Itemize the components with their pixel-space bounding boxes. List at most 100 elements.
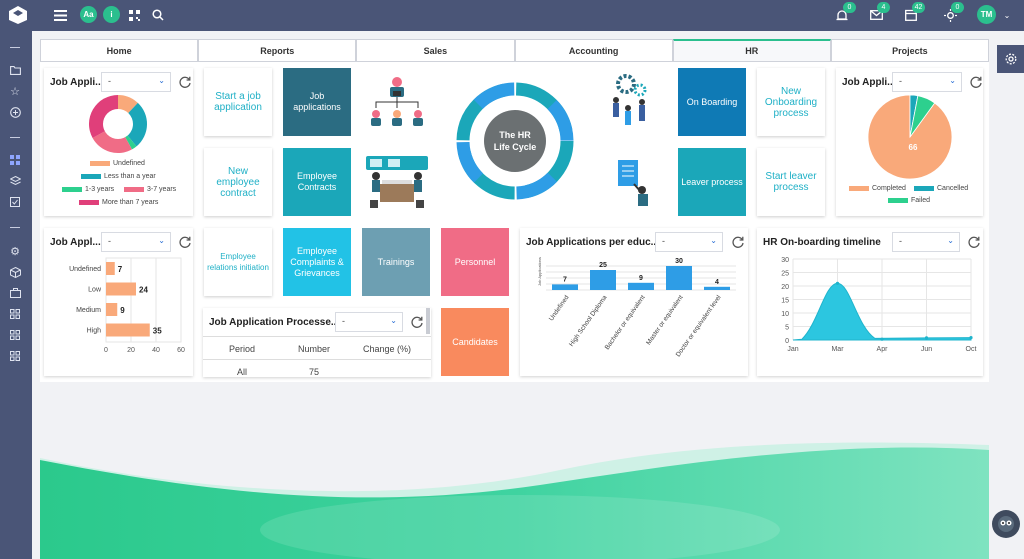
refresh-icon[interactable] bbox=[178, 235, 192, 249]
star-icon[interactable]: ☆ bbox=[8, 84, 22, 98]
new-onboarding-process-tile[interactable]: New Onboarding process bbox=[757, 68, 825, 136]
info-button[interactable]: i bbox=[103, 6, 120, 23]
calendar-icon[interactable]: 42 bbox=[903, 2, 925, 23]
widget-filter-select[interactable]: - ⌄ bbox=[101, 232, 171, 252]
data-point bbox=[835, 281, 840, 285]
notifications-bell-icon[interactable]: 0 bbox=[834, 2, 856, 23]
tab-accounting[interactable]: Accounting bbox=[514, 39, 673, 62]
sidebar: ☆ ⚙ bbox=[0, 31, 32, 559]
briefcase-icon[interactable] bbox=[8, 286, 22, 300]
widget-filter-select[interactable]: - ⌄ bbox=[101, 72, 171, 92]
x-tick-label: 40 bbox=[152, 347, 160, 354]
bar bbox=[106, 282, 136, 296]
job-applications-tile[interactable]: Job applications bbox=[283, 68, 351, 136]
folder-icon[interactable] bbox=[8, 63, 22, 77]
chat-assistant-avatar-icon[interactable] bbox=[992, 510, 1020, 538]
tab-hr[interactable]: HR bbox=[672, 39, 831, 62]
widget-filter-select[interactable]: - ⌄ bbox=[335, 312, 403, 332]
widget-title: HR On-boarding timeline bbox=[763, 237, 881, 248]
column-header-number: Number bbox=[298, 344, 331, 354]
search-icon[interactable] bbox=[150, 7, 166, 23]
apps-grid-icon[interactable] bbox=[8, 307, 22, 321]
life-cycle-label: The HR bbox=[499, 130, 531, 140]
personnel-tile[interactable]: Personnel bbox=[441, 228, 509, 296]
y-tick-label: 20 bbox=[781, 284, 789, 291]
start-job-application-tile[interactable]: Start a job application bbox=[204, 68, 272, 136]
tab-home[interactable]: Home bbox=[40, 39, 199, 62]
team-gears-illustration-icon bbox=[613, 74, 647, 125]
notifications-count-badge: 0 bbox=[843, 2, 856, 13]
checklist-icon[interactable] bbox=[8, 195, 22, 209]
tab-reports[interactable]: Reports bbox=[198, 39, 357, 62]
scrollbar[interactable] bbox=[426, 308, 430, 334]
y-tick-label: 0 bbox=[785, 338, 789, 345]
decorative-wave bbox=[40, 442, 989, 559]
legend-less-than-year: Less than a year bbox=[81, 173, 156, 180]
column-value-label: 7 bbox=[563, 276, 567, 283]
y-tick-label: 5 bbox=[785, 325, 789, 332]
bar bbox=[106, 262, 115, 275]
tab-projects[interactable]: Projects bbox=[830, 39, 990, 62]
refresh-icon[interactable] bbox=[410, 315, 424, 329]
y-category-label: Medium bbox=[76, 307, 101, 314]
top-bar: Aa i 0 4 42 0 TM ⌄ bbox=[0, 0, 1024, 31]
x-tick-label: 60 bbox=[177, 347, 185, 354]
refresh-icon[interactable] bbox=[969, 75, 983, 89]
legend-1-3-years: 1-3 years bbox=[62, 186, 114, 193]
select-value: - bbox=[662, 236, 665, 246]
start-leaver-process-tile[interactable]: Start leaver process bbox=[757, 148, 825, 216]
select-value: - bbox=[899, 76, 902, 86]
employee-relations-initiation-tile[interactable]: Employee relations initiation bbox=[204, 228, 272, 296]
refresh-icon[interactable] bbox=[731, 235, 745, 249]
calendar-count-badge: 42 bbox=[912, 2, 925, 13]
data-point bbox=[924, 336, 929, 340]
column-value-label: 4 bbox=[715, 279, 719, 286]
layers-icon[interactable] bbox=[8, 174, 22, 188]
activity-count-badge: 0 bbox=[951, 2, 964, 13]
chevron-down-icon: ⌄ bbox=[949, 76, 956, 85]
activity-sun-icon[interactable]: 0 bbox=[942, 2, 964, 23]
column-value-label: 25 bbox=[599, 262, 607, 269]
legend-failed: Failed bbox=[888, 197, 930, 204]
employee-complaints-tile[interactable]: Employee Complaints & Grievances bbox=[283, 228, 351, 296]
dashboard-settings-gear-icon[interactable] bbox=[997, 45, 1024, 73]
messages-envelope-icon[interactable]: 4 bbox=[868, 2, 890, 23]
refresh-icon[interactable] bbox=[178, 75, 192, 89]
y-category-label: High bbox=[87, 328, 102, 335]
tab-sales[interactable]: Sales bbox=[356, 39, 515, 62]
chevron-down-icon: ⌄ bbox=[710, 236, 717, 245]
refresh-icon[interactable] bbox=[967, 235, 981, 249]
widget-filter-select[interactable]: - ⌄ bbox=[892, 232, 960, 252]
cube-icon[interactable] bbox=[8, 265, 22, 279]
chevron-down-icon: ⌄ bbox=[158, 236, 165, 245]
y-tick-label: 10 bbox=[781, 311, 789, 318]
column bbox=[590, 270, 616, 290]
leaver-process-tile[interactable]: Leaver process bbox=[678, 148, 746, 216]
dashboard-grid-icon[interactable] bbox=[8, 153, 22, 167]
sidebar-divider bbox=[10, 227, 20, 228]
on-boarding-tile[interactable]: On Boarding bbox=[678, 68, 746, 136]
apps-grid-icon[interactable] bbox=[8, 349, 22, 363]
widget-title: Job Appli... bbox=[50, 77, 104, 88]
settings-gear-icon[interactable]: ⚙ bbox=[8, 244, 22, 258]
trainings-tile[interactable]: Trainings bbox=[362, 228, 430, 296]
column-header-change: Change (%) bbox=[363, 344, 412, 354]
apps-grid-icon[interactable] bbox=[8, 328, 22, 342]
add-circle-icon[interactable] bbox=[8, 105, 22, 119]
y-category-label: Low bbox=[88, 287, 102, 294]
donut-hole bbox=[103, 109, 133, 139]
user-menu-chevron-down-icon[interactable]: ⌄ bbox=[999, 7, 1015, 23]
experience-donut-chart bbox=[89, 95, 147, 153]
font-size-button[interactable]: Aa bbox=[80, 6, 97, 23]
widget-filter-select[interactable]: - ⌄ bbox=[892, 72, 962, 92]
employee-contracts-tile[interactable]: Employee Contracts bbox=[283, 148, 351, 216]
bar-value-label: 24 bbox=[139, 286, 148, 295]
widget-filter-select[interactable]: - ⌄ bbox=[655, 232, 723, 252]
new-employee-contract-tile[interactable]: New employee contract bbox=[204, 148, 272, 216]
menu-icon[interactable] bbox=[52, 7, 68, 23]
user-avatar[interactable]: TM bbox=[977, 5, 996, 24]
candidates-tile[interactable]: Candidates bbox=[441, 308, 509, 376]
app-logo-icon[interactable] bbox=[8, 5, 28, 25]
qr-code-icon[interactable] bbox=[126, 7, 142, 23]
status-pie-chart: 66 bbox=[867, 94, 953, 180]
